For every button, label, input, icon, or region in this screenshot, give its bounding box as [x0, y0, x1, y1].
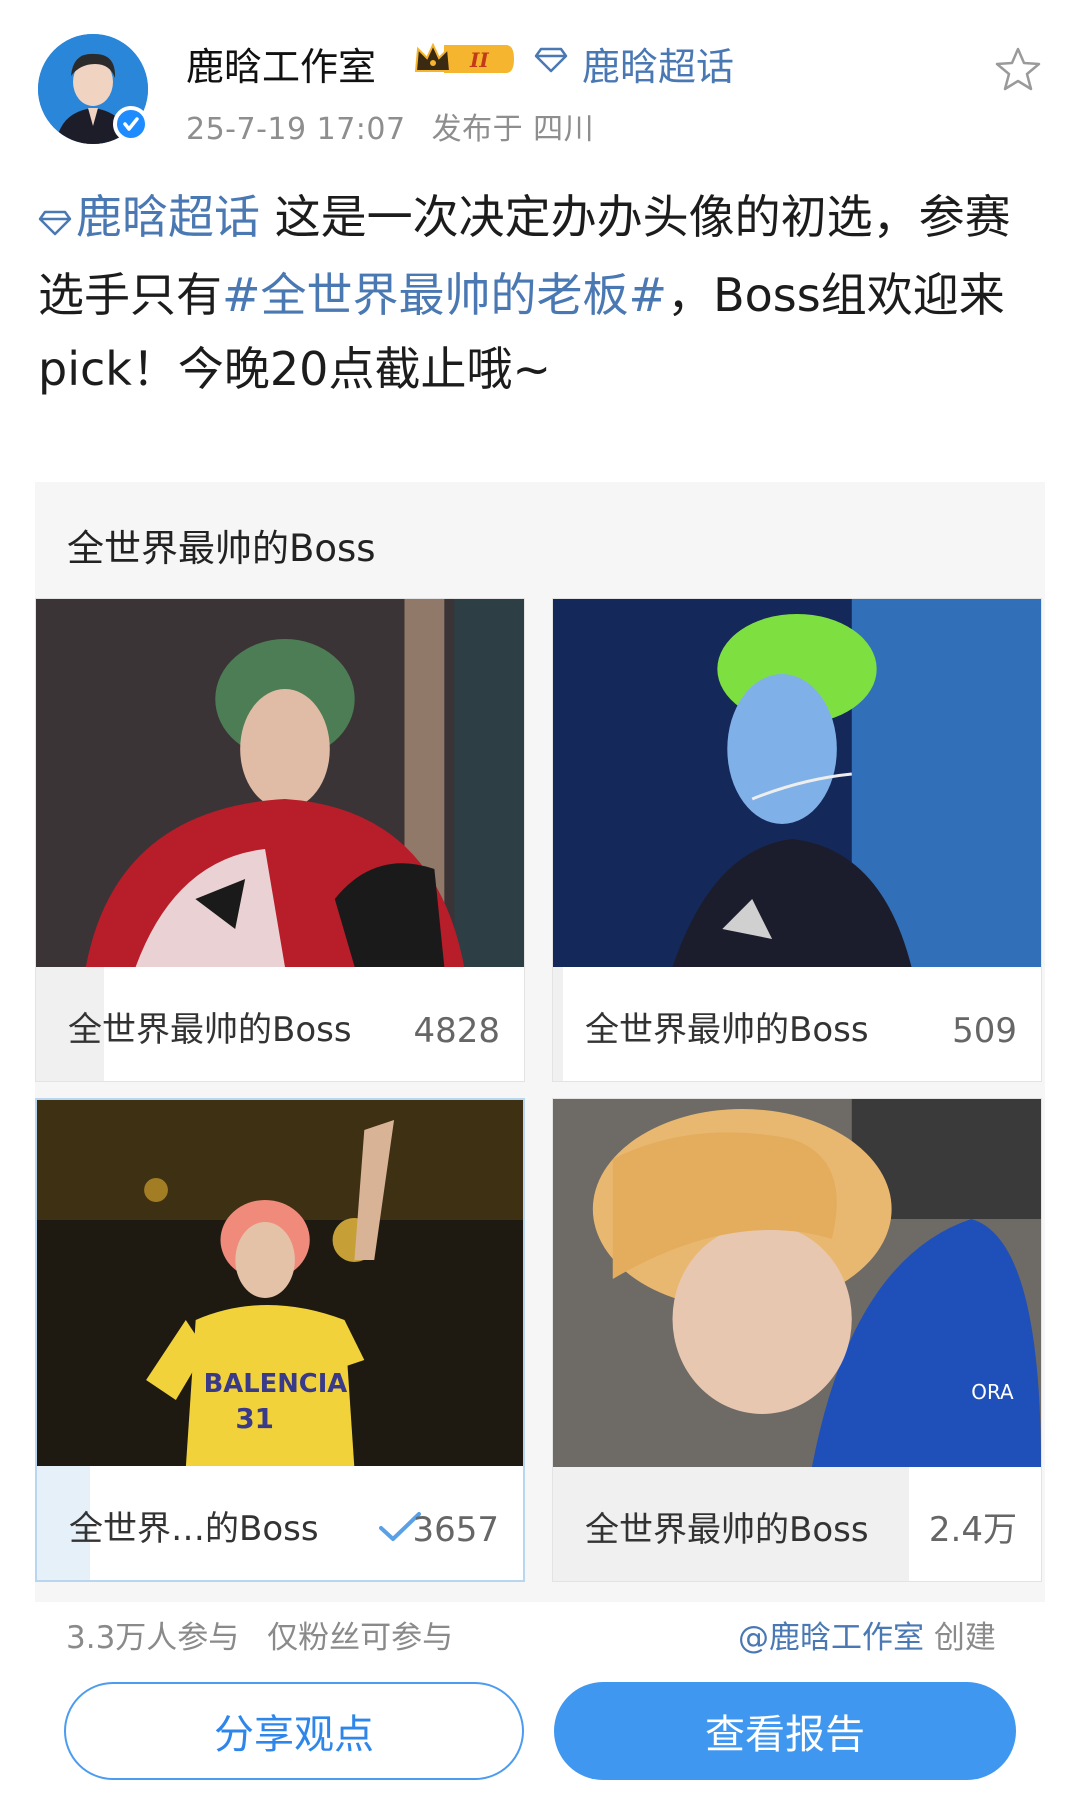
vote-title: 全世界最帅的Boss: [67, 527, 376, 570]
option-photo: [36, 599, 524, 967]
creator-suffix: 创建: [924, 1620, 996, 1656]
post-text: 鹿晗超话 这是一次决定办办头像的初选，参赛选手只有#全世界最帅的老板#，Boss…: [38, 180, 1048, 406]
supertopic-link[interactable]: 鹿晗超话: [582, 36, 734, 91]
svg-text:31: 31: [235, 1402, 274, 1435]
vote-creator: @鹿晗工作室 创建: [738, 1612, 996, 1657]
vote-stats: 3.3万人参与 仅粉丝可参与: [66, 1612, 453, 1657]
diamond-icon: [534, 46, 568, 78]
option-photo: [553, 599, 1041, 967]
vote-option-1[interactable]: 全世界最帅的Boss 4828: [35, 598, 525, 1082]
diamond-icon: [38, 184, 72, 258]
share-opinion-button[interactable]: 分享观点: [64, 1682, 524, 1780]
post-meta: 25-7-19 17:07 发布于 四川: [186, 104, 594, 148]
option-count: 3657: [412, 1510, 499, 1550]
crown-badge-icon: II: [414, 41, 518, 81]
hashtag-link[interactable]: #全世界最帅的老板#: [222, 268, 667, 322]
vote-restriction: 仅粉丝可参与: [267, 1620, 454, 1656]
option-label: 全世界最帅的Boss: [585, 1010, 869, 1050]
option-count: 4828: [413, 1011, 500, 1051]
svg-text:II: II: [469, 48, 489, 72]
option-photo: ORA: [553, 1099, 1041, 1467]
star-icon[interactable]: [994, 46, 1042, 96]
option-fill: [553, 967, 563, 1081]
author-name[interactable]: 鹿晗工作室: [186, 36, 376, 91]
supertopic-inline-label: 鹿晗超话: [76, 190, 260, 244]
participants-count: 3.3万人参与: [66, 1620, 240, 1656]
option-count: 2.4万: [928, 1510, 1017, 1550]
option-count: 509: [952, 1011, 1017, 1051]
vote-option-3[interactable]: BALENCIA 31 全世界…的Boss 3657: [35, 1098, 525, 1582]
post-location: 发布于 四川: [431, 112, 595, 147]
svg-text:ORA: ORA: [971, 1380, 1014, 1404]
creator-link[interactable]: @鹿晗工作室: [738, 1620, 924, 1656]
post-time: 25-7-19 17:07: [186, 112, 406, 147]
option-label: 全世界最帅的Boss: [68, 1010, 352, 1050]
vote-option-2[interactable]: 全世界最帅的Boss 509: [552, 598, 1042, 1082]
view-report-button[interactable]: 查看报告: [554, 1682, 1016, 1780]
option-label: 全世界最帅的Boss: [585, 1510, 869, 1550]
verified-icon: [113, 106, 149, 142]
option-label: 全世界…的Boss: [69, 1509, 319, 1549]
vote-option-4[interactable]: ORA 全世界最帅的Boss 2.4万: [552, 1098, 1042, 1582]
svg-text:BALENCIA: BALENCIA: [204, 1369, 348, 1399]
option-photo: BALENCIA 31: [37, 1100, 523, 1468]
supertopic-inline-link[interactable]: 鹿晗超话: [38, 190, 260, 244]
